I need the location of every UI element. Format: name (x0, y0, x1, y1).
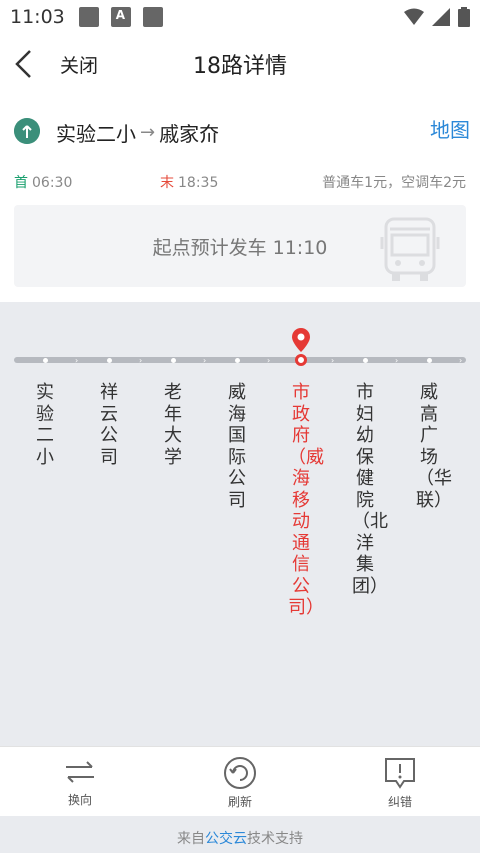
first-bus: 首 06:30 (14, 172, 72, 192)
direction-chevron-icon: › (203, 356, 207, 365)
notification-icon-2 (142, 7, 163, 27)
status-time: 11:03 (10, 6, 65, 28)
route-endpoints: 实验二小 → 戚家夼 (56, 118, 219, 147)
stop-name[interactable]: 威海国际公司 (224, 382, 250, 511)
route-row: 实验二小 → 戚家夼 地图 (0, 112, 480, 152)
wifi-icon (404, 8, 424, 25)
stop-dot (170, 358, 176, 363)
first-bus-time: 06:30 (32, 175, 73, 191)
first-bus-label: 首 (14, 175, 28, 191)
stop-name[interactable]: 实验二小 (32, 382, 58, 468)
page-title: 18路详情 (193, 54, 287, 79)
stop-name[interactable]: 老年大学 (160, 382, 186, 468)
current-stop-name[interactable]: 市政府（威海移动通信公司） (288, 382, 324, 619)
footer-brand: 公交云 (205, 831, 247, 847)
stop-name[interactable]: 祥云公司 (96, 382, 122, 468)
footer-suffix: 技术支持 (247, 831, 303, 847)
bus-icon (380, 217, 440, 281)
notification-icon (78, 7, 99, 27)
switch-label: 换向 (67, 793, 92, 807)
direction-chevron-icon: › (331, 356, 335, 365)
stop-name[interactable]: 威高广场（华联） (416, 382, 452, 511)
switch-direction-button[interactable]: 换向 (40, 757, 120, 808)
route-destination: 戚家夼 (159, 122, 220, 146)
footer-prefix: 来自 (177, 831, 205, 847)
status-bar: 11:03 (0, 0, 480, 34)
route-arrow: → (140, 122, 156, 143)
current-stop-dot (295, 354, 307, 366)
stop-dot (362, 358, 368, 363)
direction-chevron-icon: › (459, 356, 463, 365)
stop-dot (426, 358, 432, 363)
bottom-actions: 换向 刷新 纠错 (0, 746, 480, 816)
departure-card: 起点预计发车 11:10 (14, 205, 466, 287)
switch-icon (66, 761, 94, 783)
route-direction-icon (14, 118, 40, 144)
header: 关闭 18路详情 (0, 34, 480, 94)
battery-icon (458, 7, 470, 27)
refresh-label: 刷新 (227, 795, 252, 809)
stop-dot (106, 358, 112, 363)
direction-chevron-icon: › (75, 356, 79, 365)
signal-icon (432, 8, 450, 26)
refresh-button[interactable]: 刷新 (200, 757, 280, 810)
last-bus: 末 18:35 (160, 172, 218, 192)
route-origin: 实验二小 (56, 122, 136, 146)
refresh-icon (224, 757, 256, 789)
footer: 来自公交云技术支持 (0, 816, 480, 853)
schedule-row: 首 06:30 末 18:35 普通车1元，空调车2元 (0, 172, 480, 194)
location-pin-icon (292, 328, 310, 352)
report-label: 纠错 (387, 795, 412, 809)
report-error-button[interactable]: 纠错 (360, 757, 440, 810)
fare-info: 普通车1元，空调车2元 (322, 175, 466, 191)
map-button[interactable]: 地图 (430, 114, 470, 143)
stop-dot (42, 358, 48, 363)
app-notification-icon (110, 7, 131, 27)
last-bus-time: 18:35 (178, 175, 219, 191)
direction-chevron-icon: › (395, 356, 399, 365)
direction-chevron-icon: › (267, 356, 271, 365)
stops-panel[interactable]: › 实验二小 › 祥云公司 › 老年大学 › 威海国际公司 › 市政府（威海移动通信公司） › 市妇幼… (0, 302, 480, 746)
stop-name[interactable]: 市妇幼保健院（北洋集团） (352, 382, 388, 597)
direction-chevron-icon: › (139, 356, 143, 365)
last-bus-label: 末 (160, 175, 174, 191)
report-icon (385, 758, 415, 789)
stop-dot (234, 358, 240, 363)
